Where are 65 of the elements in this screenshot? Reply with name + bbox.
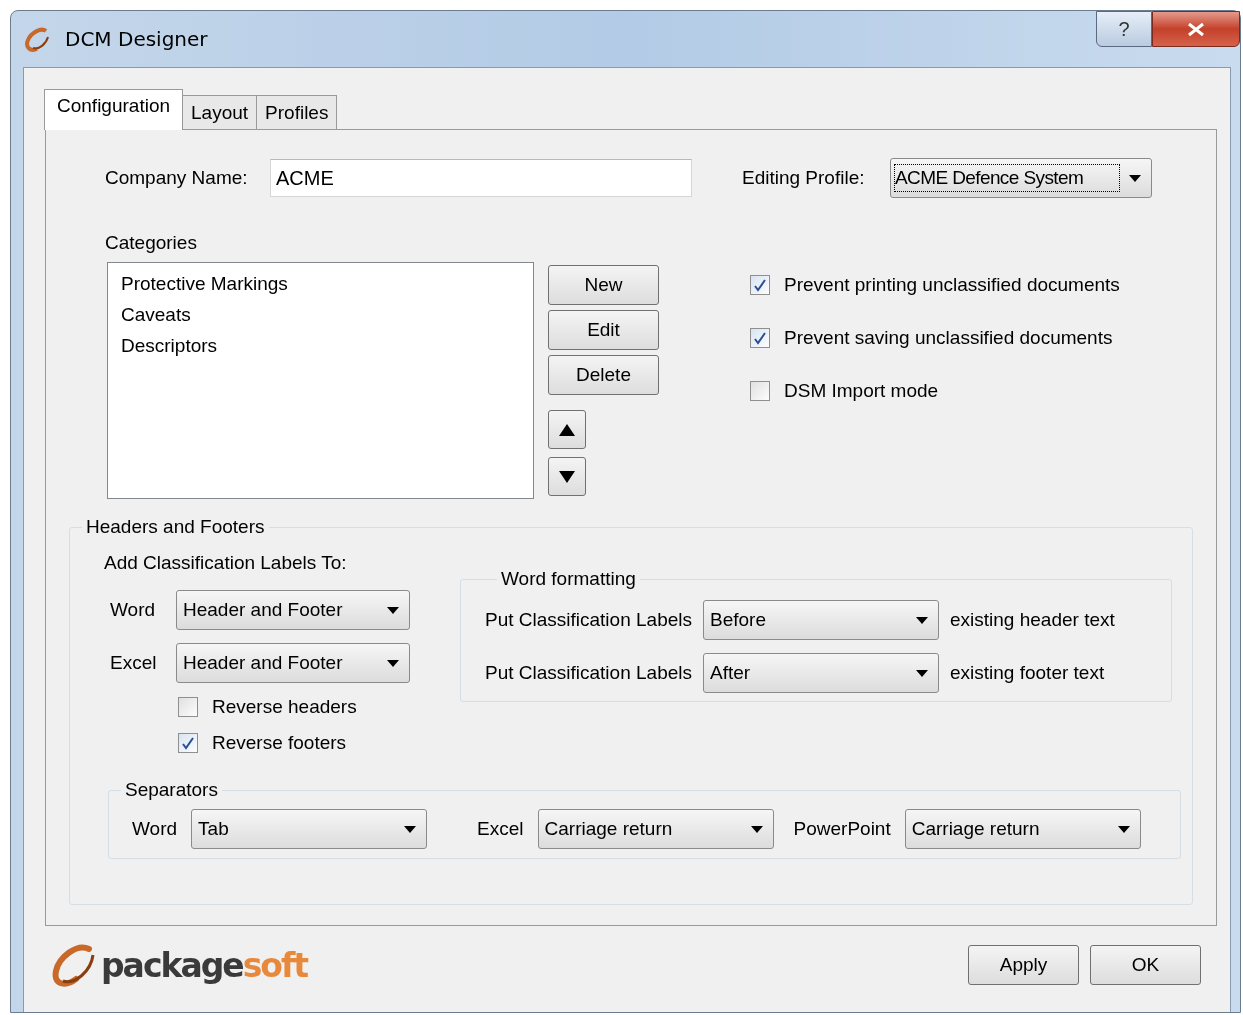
field-label: PowerPoint (793, 818, 891, 840)
button[interactable]: New (548, 265, 659, 305)
dropdown[interactable]: Before (703, 600, 939, 640)
dropdown[interactable]: Carriage return (904, 809, 1141, 849)
caret-icon (404, 825, 417, 833)
checkbox[interactable] (178, 697, 198, 717)
checkbox[interactable] (750, 328, 770, 348)
button[interactable]: Apply (968, 945, 1079, 985)
caret-icon (387, 659, 399, 667)
close-button[interactable] (1152, 11, 1240, 47)
logo-wordmark: packagesoft (101, 945, 308, 985)
section-label: Categories (105, 232, 198, 254)
field-label: existing footer text (950, 662, 1105, 684)
caret-icon (387, 606, 399, 614)
list-item[interactable]: Caveats (120, 299, 521, 330)
dropdown[interactable]: Header and Footer (176, 590, 410, 630)
caret-icon (916, 669, 928, 677)
checkbox[interactable] (178, 733, 198, 753)
field-label: Excel (109, 652, 158, 674)
field-label: Excel (477, 818, 524, 840)
dropdown[interactable]: After (703, 653, 939, 693)
field-label: Put Classification Labels (485, 662, 692, 684)
close-icon (1187, 21, 1205, 37)
checkbox-label: Reverse footers (212, 732, 347, 754)
dropdown[interactable]: Carriage return (537, 809, 774, 849)
field-label: existing header text (950, 609, 1115, 631)
caret-icon (1129, 174, 1141, 182)
field-label: Put Classification Labels (485, 609, 692, 631)
field-label: Word (109, 599, 157, 621)
checkbox[interactable] (750, 275, 770, 295)
window-title: DCM Designer (65, 27, 208, 51)
checkbox-label: Reverse headers (212, 696, 357, 718)
field-label: Editing Profile: (742, 167, 866, 189)
dropdown[interactable]: Header and Footer (176, 643, 410, 683)
button[interactable]: Edit (548, 310, 659, 350)
section-label: Add Classification Labels To: (104, 552, 348, 574)
list-item[interactable]: Protective Markings (120, 268, 521, 299)
button[interactable]: Delete (548, 355, 659, 395)
tab[interactable]: Layout (182, 95, 258, 129)
group-title: Word formatting (500, 568, 637, 590)
up-arrow-icon (559, 423, 575, 436)
group-title: Headers and Footers (85, 516, 266, 538)
checkbox[interactable] (750, 381, 770, 401)
help-button[interactable]: ? (1096, 11, 1152, 47)
caret-icon (916, 616, 928, 624)
checkbox-label: Prevent printing unclassified documents (784, 274, 1120, 296)
list-item[interactable]: Descriptors (120, 330, 521, 361)
button[interactable]: OK (1090, 945, 1201, 985)
caret-icon (750, 825, 763, 833)
dropdown[interactable]: ACME Defence System (890, 158, 1152, 198)
tab[interactable]: Configuration (44, 89, 184, 130)
checkbox-label: Prevent saving unclassified documents (784, 327, 1113, 349)
down-arrow-icon (559, 470, 575, 483)
caret-icon (1117, 825, 1130, 833)
field-label: Company Name: (105, 167, 249, 189)
dropdown[interactable]: Tab (191, 809, 428, 849)
app-logo-icon (25, 26, 51, 52)
field-label: Word (132, 818, 178, 840)
group-title: Separators (124, 779, 219, 801)
checkbox-label: DSM Import mode (784, 380, 939, 402)
input-field[interactable]: ACME (270, 159, 692, 197)
move-up-button[interactable] (548, 410, 586, 449)
list-box[interactable]: Protective Markings Caveats Descriptors (107, 262, 534, 499)
tab[interactable]: Profiles (256, 95, 338, 129)
move-down-button[interactable] (548, 457, 586, 496)
